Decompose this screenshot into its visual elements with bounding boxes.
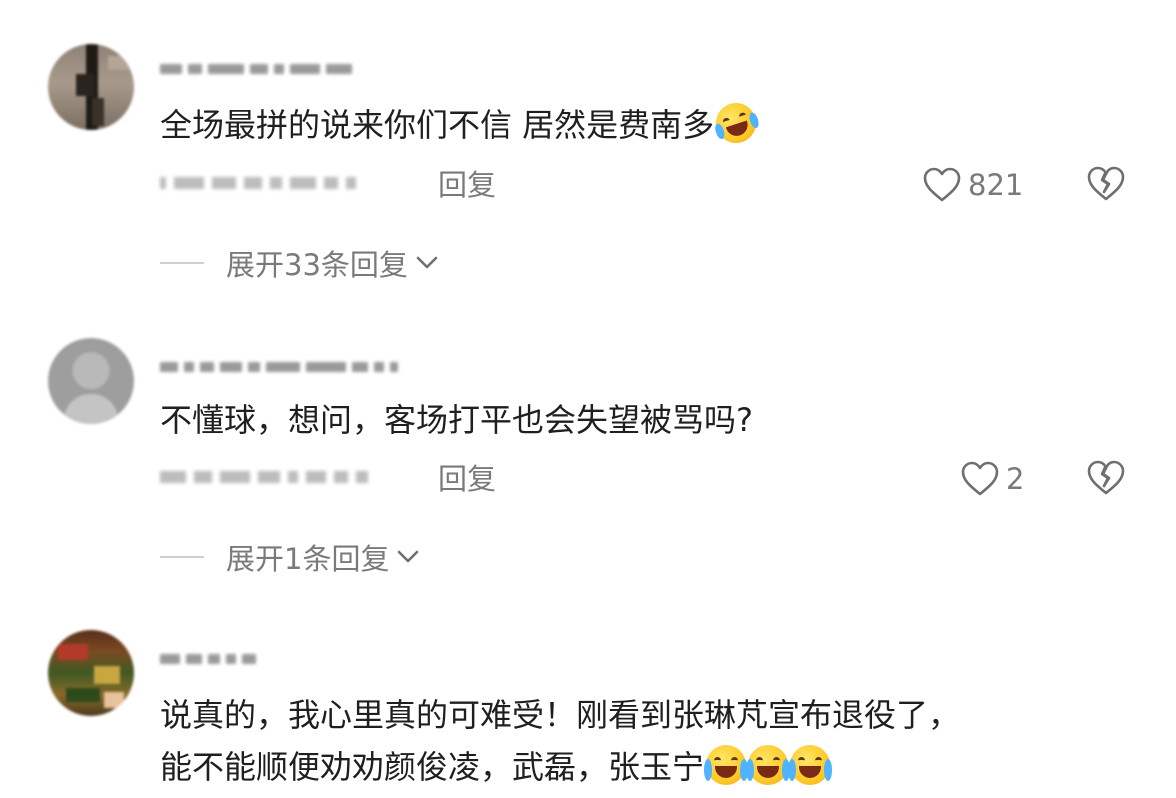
timestamp-redacted <box>160 471 368 483</box>
like-button[interactable]: 2 <box>960 459 1024 499</box>
expand-replies-button[interactable]: 展开1条回复 <box>160 537 419 577</box>
divider-line <box>160 556 204 558</box>
username-redacted[interactable] <box>160 648 256 670</box>
avatar[interactable] <box>48 338 134 424</box>
rolling-on-floor-laughing-emoji <box>710 97 762 149</box>
expand-replies-label: 展开33条回复 <box>226 248 408 282</box>
timestamp-redacted <box>160 177 356 189</box>
broken-heart-icon <box>1087 166 1125 201</box>
expand-replies-button[interactable]: 展开33条回复 <box>160 243 438 283</box>
comment-text: 不懂球，想问，客场打平也会失望被骂吗? <box>160 401 753 439</box>
divider-line <box>160 262 204 264</box>
chevron-down-icon <box>398 550 419 563</box>
loudly-crying-emoji <box>746 745 791 785</box>
comment-text: 全场最拼的说来你们不信 居然是费南多 <box>160 97 762 149</box>
heart-outline-icon <box>923 167 961 202</box>
broken-heart-icon <box>1087 460 1125 495</box>
reply-button[interactable]: 回复 <box>438 459 496 499</box>
like-button[interactable]: 821 <box>922 165 1023 205</box>
dislike-button[interactable] <box>1086 166 1126 202</box>
comment-text-line-2: 能不能顺便劝劝颜俊凌，武磊，张玉宁 <box>160 744 833 790</box>
username-redacted[interactable] <box>160 58 352 80</box>
comment-text-line-1: 说真的，我心里真的可难受！刚看到张琳芃宣布退役了， <box>160 696 961 734</box>
avatar[interactable] <box>48 44 134 130</box>
like-count: 2 <box>1006 462 1025 496</box>
comment-meta: 回复 821 <box>160 165 1160 205</box>
chevron-down-icon <box>416 256 438 269</box>
dislike-button[interactable] <box>1086 460 1126 496</box>
loudly-crying-emoji <box>788 745 833 785</box>
comment-meta: 回复 2 <box>160 459 1160 499</box>
loudly-crying-emoji <box>704 745 749 785</box>
heart-outline-icon <box>961 461 999 496</box>
expand-replies-label: 展开1条回复 <box>226 542 390 576</box>
username-redacted[interactable] <box>160 356 398 378</box>
reply-button[interactable]: 回复 <box>438 165 496 205</box>
like-count: 821 <box>968 168 1024 202</box>
avatar[interactable] <box>48 630 134 716</box>
